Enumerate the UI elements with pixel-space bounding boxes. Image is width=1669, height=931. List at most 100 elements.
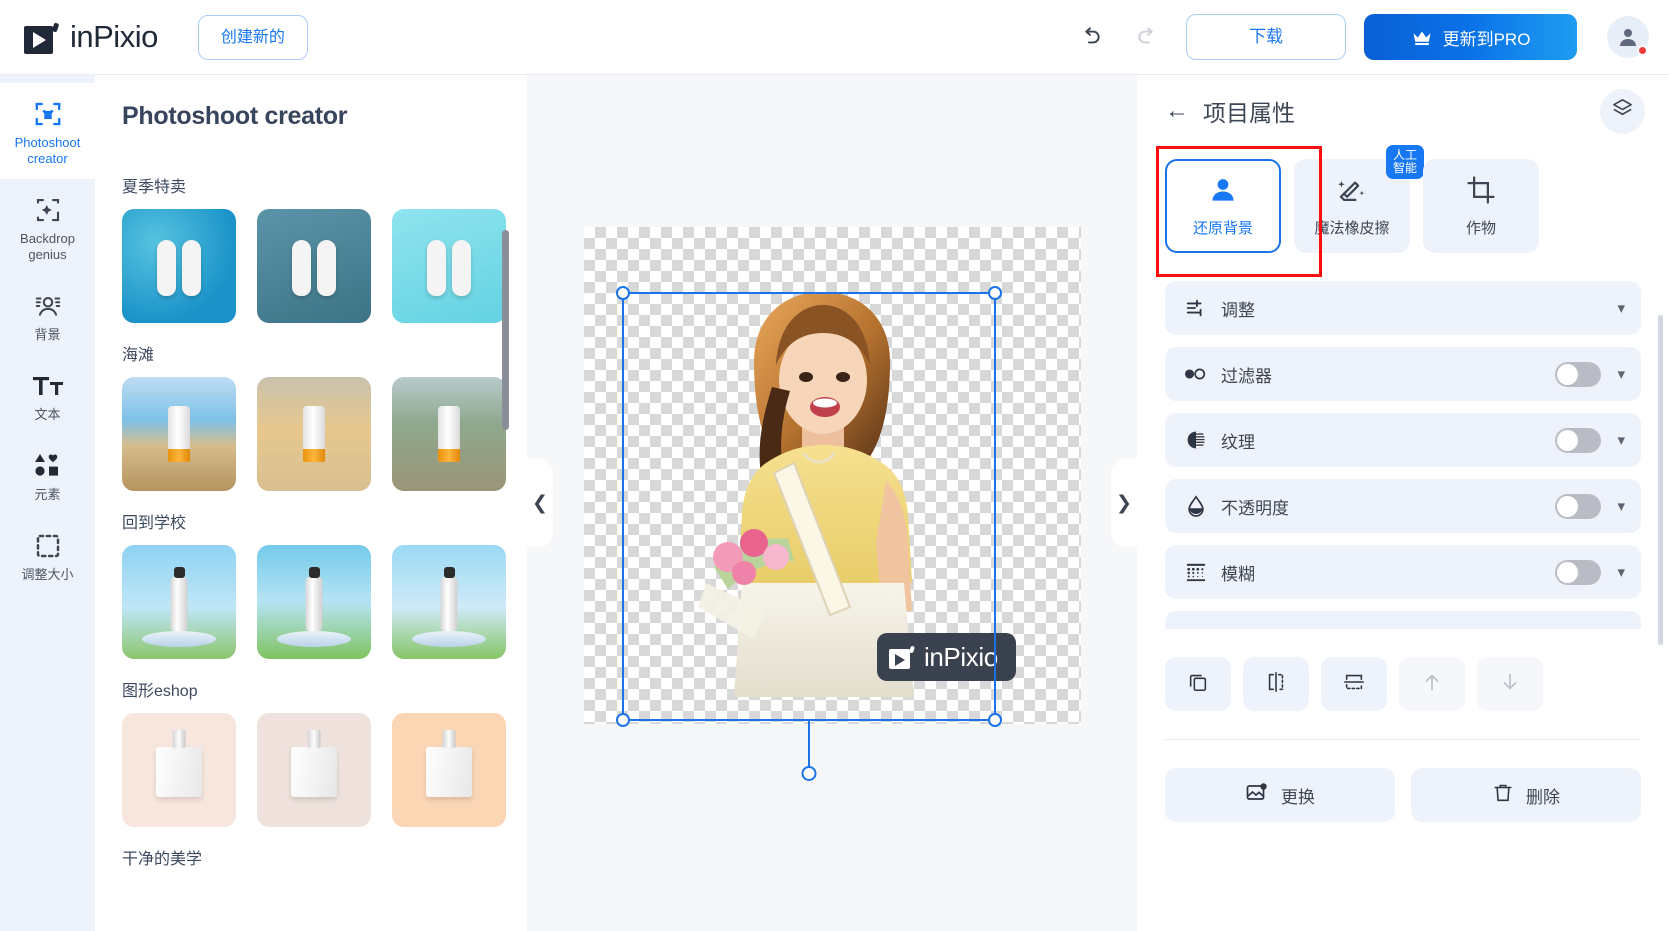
sidebar-label: Photoshoot creator (14, 135, 81, 166)
resize-icon (4, 529, 91, 563)
template-group: 回到学校 (122, 509, 527, 659)
filter-toggle[interactable] (1555, 361, 1602, 387)
template-card[interactable] (122, 377, 236, 491)
bottom-action-row: 更换 删除 (1137, 768, 1669, 822)
replace-button[interactable]: 更换 (1165, 768, 1395, 822)
right-panel-title: 项目属性 (1203, 100, 1295, 126)
sidebar-label: 元素 (34, 487, 61, 502)
template-card[interactable] (257, 545, 371, 659)
property-label: 过滤器 (1221, 366, 1272, 386)
avatar[interactable] (1607, 16, 1649, 58)
canvas-area[interactable]: inPixio ❮ ❯ (527, 75, 1137, 931)
elements-icon (4, 449, 91, 483)
opacity-toggle[interactable] (1555, 493, 1602, 519)
property-row-partial[interactable] (1165, 611, 1641, 629)
sidebar-item-elements[interactable]: 元素 (0, 435, 95, 515)
create-new-button[interactable]: 创建新的 (197, 14, 308, 60)
text-icon (4, 369, 91, 403)
template-group-label: 海滩 (122, 347, 155, 364)
property-row-opacity[interactable]: 不透明度 ▾ (1165, 479, 1641, 533)
sidebar-item-backdrop-genius[interactable]: Backdrop genius (0, 179, 95, 275)
inpixio-logo-icon (24, 20, 60, 54)
template-card[interactable] (392, 377, 506, 491)
right-panel-scrollbar-thumb[interactable] (1658, 315, 1663, 645)
sidebar-item-resize[interactable]: 调整大小 (0, 515, 95, 595)
artboard[interactable]: inPixio (584, 227, 1081, 724)
brand-name: inPixio (70, 19, 158, 54)
move-up-icon (1421, 671, 1443, 698)
property-row-adjust[interactable]: 调整 ▾ (1165, 281, 1641, 335)
right-panel: ← 项目属性 还原背景 人工智能 魔法橡皮擦 作物 调整 ▾ 过滤器 ▾ 纹理 … (1137, 75, 1669, 931)
template-card[interactable] (392, 545, 506, 659)
property-row-filter[interactable]: 过滤器 ▾ (1165, 347, 1641, 401)
collapse-left-panel-button[interactable]: ❮ (527, 459, 553, 547)
flip-horizontal-button[interactable] (1243, 657, 1309, 711)
sidebar-item-text[interactable]: 文本 (0, 355, 95, 435)
texture-toggle[interactable] (1555, 427, 1602, 453)
template-group-label: 图形eshop (122, 683, 198, 700)
template-group: 图形eshop (122, 677, 527, 827)
property-row-blur[interactable]: 模糊 ▾ (1165, 545, 1641, 599)
background-icon (4, 289, 91, 323)
chevron-down-icon[interactable]: ▾ (1617, 299, 1625, 317)
template-panel: Photoshoot creator 夏季特卖 海滩 回到学校 图形eshop … (95, 75, 527, 931)
tool-row: 还原背景 人工智能 魔法橡皮擦 作物 (1137, 145, 1669, 277)
sidebar-label: Backdrop genius (20, 231, 75, 262)
right-panel-scrollbar[interactable] (1658, 315, 1663, 735)
magic-eraser-button[interactable]: 人工智能 魔法橡皮擦 (1294, 145, 1424, 253)
crop-icon (1466, 175, 1496, 209)
chevron-down-icon[interactable]: ▾ (1617, 563, 1625, 581)
chevron-down-icon[interactable]: ▾ (1617, 431, 1625, 449)
redo-icon[interactable] (1128, 17, 1168, 57)
template-scroll-area[interactable]: 夏季特卖 海滩 回到学校 图形eshop 干净的美学 (95, 155, 527, 931)
opacity-icon (1181, 495, 1211, 517)
chevron-down-icon[interactable]: ▾ (1617, 365, 1625, 383)
flip-vertical-button[interactable] (1321, 657, 1387, 711)
sidebar-item-background[interactable]: 背景 (0, 275, 95, 355)
avatar-notification-badge (1637, 45, 1648, 56)
template-card[interactable] (392, 713, 506, 827)
undo-icon[interactable] (1070, 17, 1110, 57)
upgrade-pro-button[interactable]: 更新到PRO (1364, 14, 1577, 60)
rotate-handle[interactable] (801, 766, 817, 781)
trash-icon (1492, 782, 1514, 809)
template-scrollbar-thumb[interactable] (502, 230, 509, 430)
magic-eraser-label: 魔法橡皮擦 (1314, 219, 1390, 237)
move-down-button[interactable] (1477, 657, 1543, 711)
duplicate-button[interactable] (1165, 657, 1231, 711)
chevron-down-icon[interactable]: ▾ (1617, 497, 1625, 515)
delete-button[interactable]: 删除 (1411, 768, 1641, 822)
crop-label: 作物 (1465, 219, 1496, 237)
layers-button[interactable] (1600, 88, 1645, 134)
template-card[interactable] (122, 713, 236, 827)
replace-label: 更换 (1281, 787, 1315, 807)
right-panel-header: ← 项目属性 (1137, 75, 1669, 147)
move-up-button[interactable] (1399, 657, 1465, 711)
template-card[interactable] (257, 713, 371, 827)
collapse-right-panel-button[interactable]: ❯ (1111, 459, 1137, 547)
property-row-texture[interactable]: 纹理 ▾ (1165, 413, 1641, 467)
template-card[interactable] (122, 545, 236, 659)
template-group-label: 回到学校 (122, 515, 187, 532)
download-button[interactable]: 下载 (1186, 14, 1346, 60)
template-card[interactable] (257, 377, 371, 491)
template-card[interactable] (257, 209, 371, 323)
watermark-label: inPixio (924, 641, 998, 672)
template-scrollbar[interactable] (502, 230, 509, 930)
photoshoot-creator-icon (4, 97, 91, 131)
app-header: inPixio 创建新的 下载 更新到PRO (0, 0, 1669, 75)
template-card[interactable] (392, 209, 506, 323)
duplicate-icon (1187, 671, 1209, 698)
template-card[interactable] (122, 209, 236, 323)
arrow-left-icon[interactable]: ← (1165, 97, 1189, 125)
blur-toggle[interactable] (1555, 559, 1602, 585)
brand: inPixio (24, 19, 158, 55)
sidebar-item-photoshoot-creator[interactable]: Photoshoot creator (0, 83, 95, 179)
replace-image-icon (1245, 782, 1269, 809)
ai-badge: 人工智能 (1386, 145, 1424, 179)
crop-button[interactable]: 作物 (1423, 159, 1539, 253)
restore-background-button[interactable]: 还原背景 (1165, 159, 1281, 253)
template-group-label: 夏季特卖 (122, 179, 187, 196)
properties-list: 调整 ▾ 过滤器 ▾ 纹理 ▾ 不透明度 ▾ 模糊 ▾ (1137, 281, 1669, 599)
magic-eraser-icon (1336, 175, 1368, 209)
